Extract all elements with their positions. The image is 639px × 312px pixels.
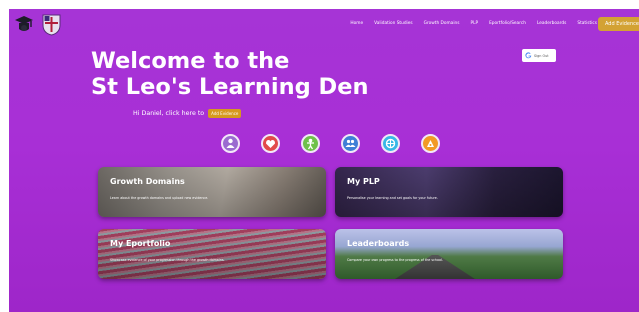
greeting-text: Hi Daniel, click here to [133, 110, 205, 117]
nav-link-statistics[interactable]: Statistics [577, 21, 597, 26]
card-description: Compare your own progress to the progres… [347, 258, 443, 262]
domain-6-icon[interactable] [421, 134, 440, 153]
nav-link-leaderboards[interactable]: Leaderboards [537, 21, 566, 26]
page-title: Welcome to the St Leo's Learning Den [91, 48, 368, 100]
domain-3-icon[interactable] [301, 134, 320, 153]
card-description: Showcase evidence of your progression th… [110, 258, 225, 262]
card-title: Leaderboards [347, 239, 410, 248]
add-evidence-nav-button[interactable]: Add Evidence [597, 17, 639, 31]
card-description: Learn about the growth domains and uploa… [110, 196, 209, 200]
page-title-line-1: Welcome to the [91, 48, 290, 74]
card-my-plp[interactable]: My PLP Personalise your learning and set… [335, 167, 563, 217]
google-sign-out-button[interactable]: Sign Out [522, 49, 556, 62]
domain-4-icon[interactable] [341, 134, 360, 153]
domain-5-icon[interactable] [381, 134, 400, 153]
domain-2-icon[interactable] [261, 134, 280, 153]
card-growth-domains[interactable]: Growth Domains Learn about the growth do… [98, 167, 326, 217]
card-title: My Eportfolio [110, 239, 171, 248]
nav-link-plp[interactable]: PLP [470, 21, 478, 26]
google-button-label: Sign Out [534, 53, 549, 58]
domain-1-icon[interactable] [221, 134, 240, 153]
top-nav: Home Validation Studies Growth Domains P… [9, 9, 639, 41]
card-title: Growth Domains [110, 177, 185, 186]
nav-link-home[interactable]: Home [350, 21, 363, 26]
nav-link-growth-domains[interactable]: Growth Domains [424, 21, 460, 26]
card-description: Personalise your learning and set goals … [347, 196, 438, 200]
greeting-row: Hi Daniel, click here to Add Evidence [133, 109, 242, 118]
school-crest-icon[interactable] [42, 13, 61, 36]
nav-link-validation-studies[interactable]: Validation Studies [374, 21, 413, 26]
card-background-image [98, 229, 326, 279]
card-title: My PLP [347, 177, 380, 186]
den-logo-icon[interactable] [13, 14, 35, 36]
growth-domain-icons [221, 134, 440, 153]
app-frame: Home Validation Studies Growth Domains P… [9, 9, 639, 312]
card-leaderboards[interactable]: Leaderboards Compare your own progress t… [335, 229, 563, 279]
card-my-eportfolio[interactable]: My Eportfolio Showcase evidence of your … [98, 229, 326, 279]
card-background-image [98, 167, 326, 217]
add-evidence-button[interactable]: Add Evidence [208, 109, 242, 118]
page-title-line-2: St Leo's Learning Den [91, 74, 369, 100]
card-background-image [335, 167, 563, 217]
google-icon [525, 52, 532, 59]
nav-link-eportfolio-search[interactable]: Eportfolio/Search [489, 21, 526, 26]
nav-links: Home Validation Studies Growth Domains P… [350, 21, 597, 26]
